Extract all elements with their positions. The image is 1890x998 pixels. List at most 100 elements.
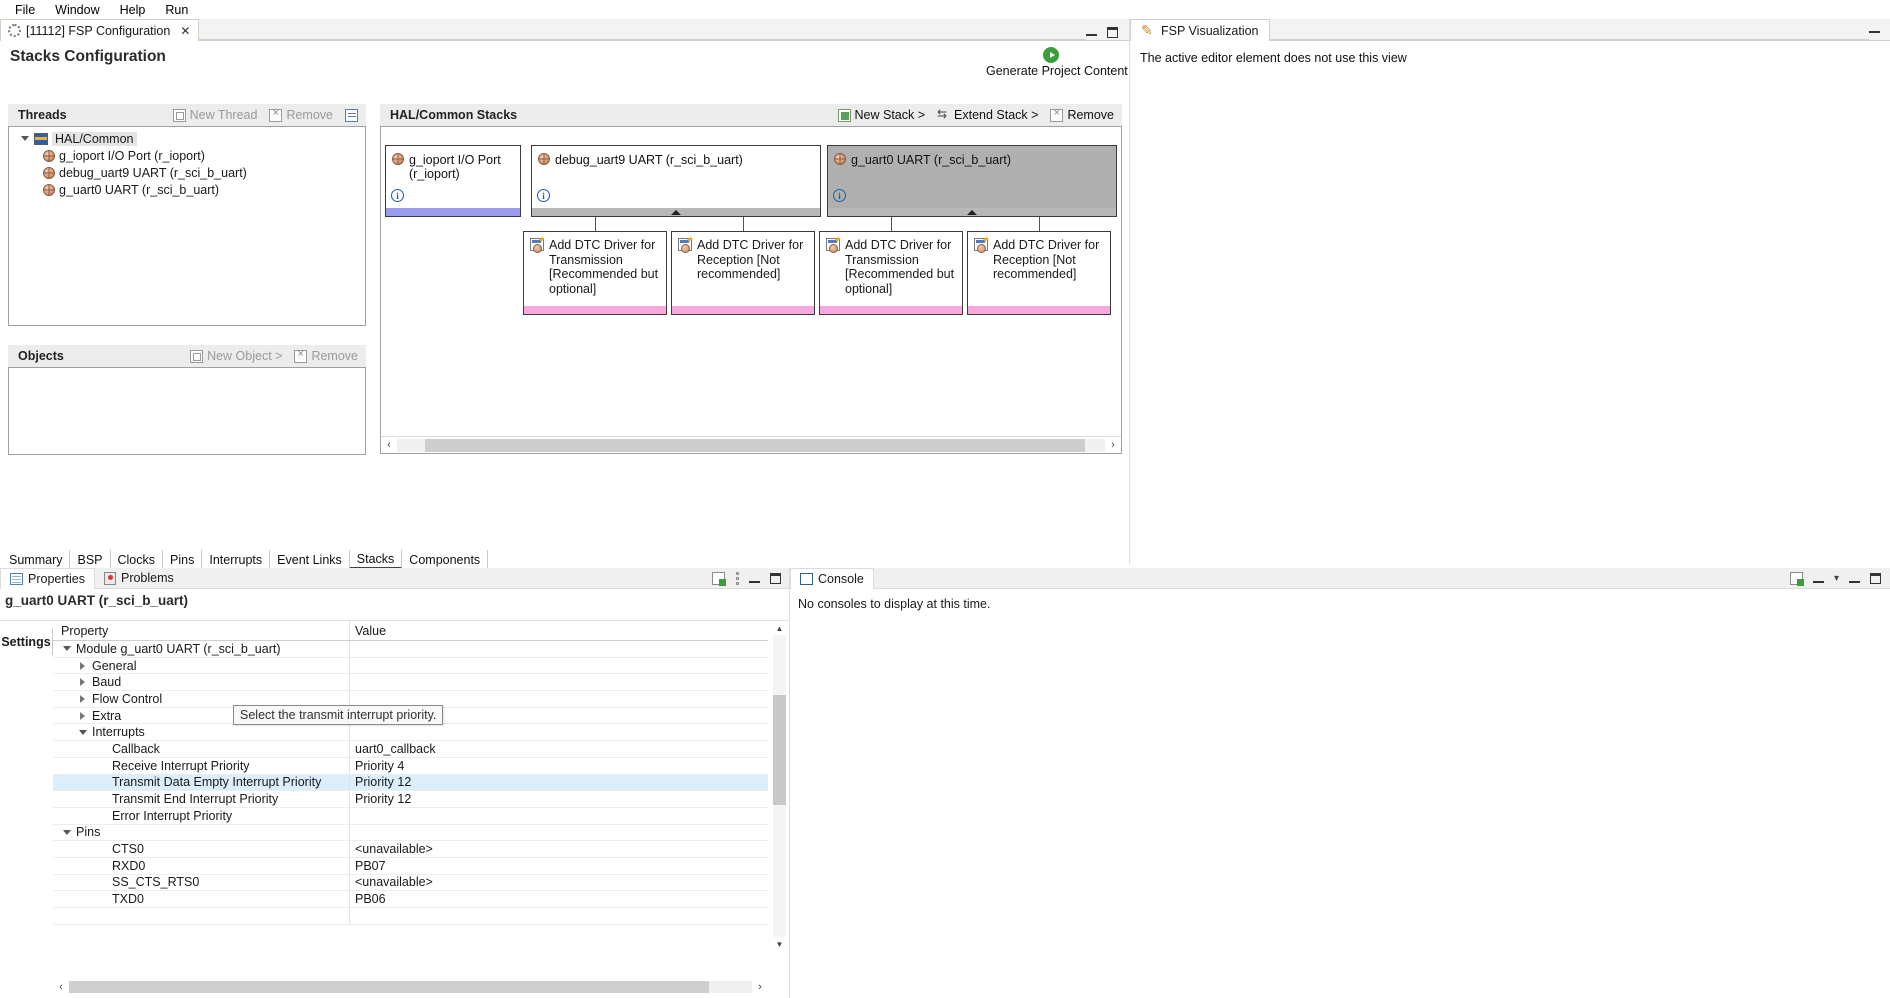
tab-interrupts[interactable]: Interrupts [202,550,271,569]
close-icon[interactable]: ✕ [180,24,190,38]
tree-item-hal-common[interactable]: HAL/Common [9,130,365,147]
open-console-icon[interactable]: ▾ [1834,573,1839,584]
scroll-left-icon[interactable]: ‹ [53,981,69,993]
tab-event-links[interactable]: Event Links [270,550,350,569]
menu-help[interactable]: Help [111,2,155,18]
scroll-right-icon[interactable]: › [1105,439,1121,451]
objects-list[interactable] [8,367,366,455]
dtc-driver-transmission-2[interactable]: ✦ Add DTC Driver for Transmission [Recom… [819,231,963,315]
threads-tree[interactable]: HAL/Common g_ioport I/O Port (r_ioport) … [8,126,366,326]
dtc-driver-reception-1[interactable]: ✦ Add DTC Driver for Reception [Not reco… [671,231,815,315]
property-row[interactable]: Receive Interrupt Priority Priority 4 [53,757,768,775]
stack-box-debug-uart9[interactable]: debug_uart9 UART (r_sci_b_uart) i [531,145,821,217]
property-row[interactable]: RXD0 PB07 [53,857,768,875]
property-value-cell[interactable]: Priority 12 [350,792,768,806]
extend-stack-button[interactable]: Extend Stack > [937,107,1038,123]
menu-file[interactable]: File [6,2,44,18]
tree-item-debug-uart9[interactable]: debug_uart9 UART (r_sci_b_uart) [9,164,365,181]
minimize-icon[interactable] [1869,23,1890,40]
minimize-icon[interactable] [749,573,760,584]
property-value-cell[interactable]: uart0_callback [350,742,768,756]
stack-status-bar[interactable] [828,208,1116,216]
maximize-icon[interactable] [770,572,781,584]
tab-settings[interactable]: Settings [0,629,53,655]
scroll-left-icon[interactable]: ‹ [381,439,397,451]
new-thread-button[interactable]: New Thread [172,108,257,122]
scroll-down-icon[interactable]: ▼ [773,937,786,951]
properties-vertical-scrollbar[interactable]: ▲ ▼ [773,621,786,951]
tab-problems[interactable]: Problems [95,568,183,589]
tab-fsp-configuration[interactable]: [11112] FSP Configuration ✕ [0,19,200,41]
property-value-cell[interactable]: <unavailable> [350,842,768,856]
scroll-track[interactable] [69,980,752,993]
scroll-track[interactable] [397,438,1105,452]
chevron-right-icon[interactable] [77,711,88,720]
chevron-down-icon[interactable] [61,646,72,652]
tree-item-g-uart0[interactable]: g_uart0 UART (r_sci_b_uart) [9,181,365,198]
remove-object-button[interactable]: Remove [294,348,358,363]
stacks-horizontal-scrollbar[interactable]: ‹ › [381,436,1121,453]
stacks-canvas-container[interactable]: g_ioport I/O Port (r_ioport) i debug_uar… [380,126,1122,454]
property-value-cell[interactable]: PB06 [350,892,768,906]
property-row[interactable]: Baud [53,674,768,692]
maximize-icon[interactable] [1870,572,1881,584]
generate-project-content-button[interactable]: Generate Project Content [986,47,1128,78]
twisty-icon[interactable] [19,136,30,141]
new-object-button[interactable]: New Object > [190,349,282,363]
tree-item-ioport[interactable]: g_ioport I/O Port (r_ioport) [9,147,365,164]
stack-status-bar[interactable] [532,208,820,216]
property-row[interactable]: Module g_uart0 UART (r_sci_b_uart) [53,641,768,658]
property-value-cell[interactable]: Priority 4 [350,759,768,773]
menu-window[interactable]: Window [46,2,108,18]
view-menu-icon[interactable] [735,571,739,585]
scroll-up-icon[interactable]: ▲ [773,621,786,635]
info-icon[interactable]: i [391,189,404,202]
remove-stack-button[interactable]: Remove [1050,107,1114,122]
property-row[interactable]: CTS0 <unavailable> [53,841,768,858]
tab-console[interactable]: Console [790,567,874,589]
remove-thread-button[interactable]: Remove [269,107,333,122]
minimize-icon[interactable] [1086,27,1097,38]
collapse-all-icon[interactable] [345,108,358,122]
tab-bsp[interactable]: BSP [70,550,111,569]
chevron-right-icon[interactable] [77,678,88,687]
minimize-icon[interactable] [1849,573,1860,584]
new-stack-button[interactable]: New Stack > [837,108,925,122]
stack-box-g-uart0[interactable]: g_uart0 UART (r_sci_b_uart) i [827,145,1117,217]
scroll-thumb[interactable] [425,438,1085,452]
property-value-cell[interactable]: Priority 12 [350,775,768,789]
menu-run[interactable]: Run [156,2,197,18]
tab-stacks[interactable]: Stacks [349,550,403,569]
tab-components[interactable]: Components [402,550,489,569]
chevron-right-icon[interactable] [77,661,88,670]
scroll-right-icon[interactable]: › [752,981,768,993]
property-value-cell[interactable]: <unavailable> [350,875,768,889]
maximize-icon[interactable] [1107,27,1118,38]
tab-properties[interactable]: Properties [0,567,95,589]
properties-horizontal-scrollbar[interactable]: ‹ › [53,979,768,994]
chevron-down-icon[interactable] [61,829,72,835]
dtc-driver-reception-2[interactable]: ✦ Add DTC Driver for Reception [Not reco… [967,231,1111,315]
dtc-driver-transmission-1[interactable]: ✦ Add DTC Driver for Transmission [Recom… [523,231,667,315]
tab-summary[interactable]: Summary [2,550,71,569]
property-row[interactable]: Pins [53,824,768,842]
property-row[interactable]: Transmit Data Empty Interrupt Priority Pr… [53,774,768,792]
stack-box-ioport[interactable]: g_ioport I/O Port (r_ioport) i [385,145,521,217]
tab-clocks[interactable]: Clocks [111,550,164,569]
property-row[interactable]: Error Interrupt Priority [53,807,768,825]
property-row[interactable]: Interrupts [53,724,768,742]
property-value-cell[interactable]: PB07 [350,859,768,873]
new-view-icon[interactable] [712,571,726,586]
tab-fsp-visualization[interactable]: FSP Visualization [1130,19,1270,41]
new-console-icon[interactable] [1789,571,1804,586]
scroll-thumb[interactable] [69,980,709,993]
property-row[interactable] [53,908,768,925]
properties-table[interactable]: Property Value Module g_uart0 UART (r_sci_… [53,621,768,925]
display-selected-icon[interactable] [1812,573,1824,584]
property-row[interactable]: Transmit End Interrupt Priority Priority … [53,791,768,808]
tab-pins[interactable]: Pins [163,550,203,569]
chevron-down-icon[interactable] [77,729,88,735]
chevron-right-icon[interactable] [77,694,88,703]
info-icon[interactable]: i [833,189,846,202]
property-row[interactable]: General [53,657,768,675]
